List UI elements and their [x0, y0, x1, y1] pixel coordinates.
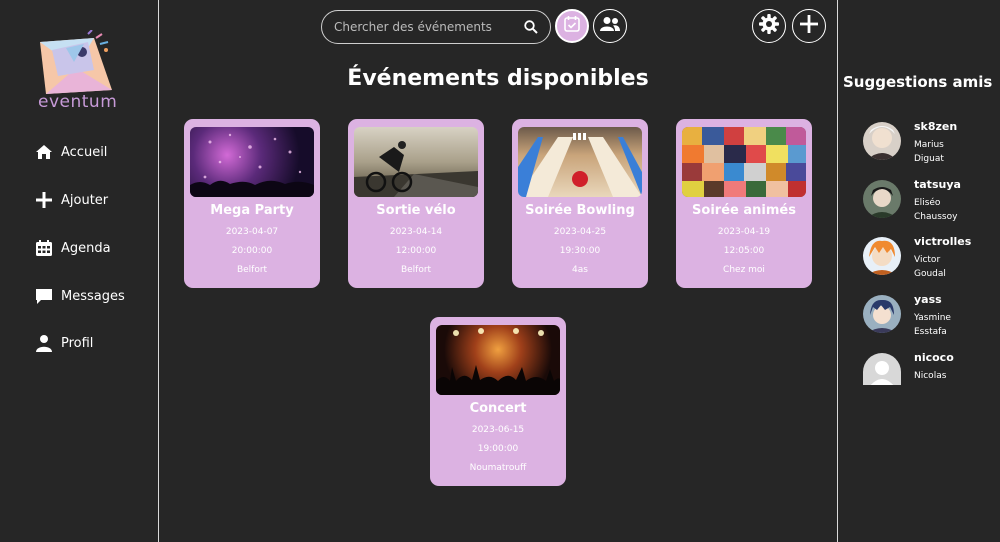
- event-card-mega-party[interactable]: Mega Party 2023-04-07 20:00:00 Belfort: [184, 119, 320, 288]
- event-place: 4as: [572, 265, 588, 275]
- avatar: [863, 295, 901, 333]
- event-title: Mega Party: [210, 203, 294, 218]
- event-image: [682, 127, 806, 197]
- event-image: [354, 127, 478, 197]
- friend-username: victrolles: [914, 235, 972, 248]
- event-time: 19:00:00: [477, 444, 519, 454]
- sidebar-item-agenda[interactable]: Agenda: [35, 237, 111, 259]
- search-icon[interactable]: [524, 20, 538, 34]
- event-card-soiree-animes[interactable]: Soirée animés 2023-04-19 12:05:00 Chez m…: [676, 119, 812, 288]
- sidebar-item-label: Profil: [61, 335, 94, 351]
- message-icon: [35, 287, 53, 305]
- settings-button[interactable]: [752, 9, 786, 43]
- calendar-icon: [35, 239, 53, 257]
- event-date: 2023-04-25: [553, 227, 607, 237]
- plus-icon: [799, 14, 819, 38]
- event-place: Noumatrouff: [469, 463, 527, 473]
- logo-text: eventum: [38, 92, 118, 112]
- event-time: 12:05:00: [723, 246, 765, 256]
- event-card-sortie-velo[interactable]: Sortie vélo 2023-04-14 12:00:00 Belfort: [348, 119, 484, 288]
- event-date: 2023-04-14: [389, 227, 443, 237]
- event-time: 20:00:00: [231, 246, 273, 256]
- friend-suggestion[interactable]: yass Yasmine Esstafa: [863, 293, 998, 341]
- event-time: 12:00:00: [395, 246, 437, 256]
- friend-fullname: Marius Diguat: [914, 140, 944, 164]
- event-place: Belfort: [236, 265, 268, 275]
- suggestions-title: Suggestions amis: [843, 73, 993, 91]
- event-image: [190, 127, 314, 197]
- friend-username: tatsuya: [914, 178, 961, 191]
- sidebar-item-ajouter[interactable]: Ajouter: [35, 189, 108, 211]
- plus-icon: [35, 191, 53, 209]
- search-bar: [321, 10, 551, 44]
- friends-view-button[interactable]: [593, 9, 627, 43]
- page-title: Événements disponibles: [347, 66, 649, 91]
- event-place: Belfort: [400, 265, 432, 275]
- sidebar-item-label: Accueil: [61, 144, 108, 160]
- add-event-button[interactable]: [792, 9, 826, 43]
- friend-suggestions-panel: Suggestions amis sk8zen Marius Diguat tat…: [837, 0, 1000, 542]
- friend-suggestion[interactable]: victrolles Victor Goudal: [863, 235, 998, 283]
- friend-fullname: Nicolas: [914, 371, 947, 381]
- event-date: 2023-04-07: [225, 227, 279, 237]
- event-image: [436, 325, 560, 395]
- avatar: [863, 180, 901, 218]
- event-title: Soirée animés: [692, 203, 796, 218]
- event-title: Concert: [469, 401, 527, 416]
- event-date: 2023-04-19: [717, 227, 771, 237]
- event-title: Sortie vélo: [376, 203, 456, 218]
- event-date: 2023-06-15: [471, 425, 525, 435]
- event-time: 19:30:00: [559, 246, 601, 256]
- search-input[interactable]: [334, 20, 524, 34]
- friend-username: yass: [914, 293, 942, 306]
- friend-username: sk8zen: [914, 120, 958, 133]
- sidebar-item-messages[interactable]: Messages: [35, 285, 125, 307]
- friend-fullname: Yasmine Esstafa: [914, 313, 951, 337]
- sidebar-item-label: Agenda: [61, 240, 111, 256]
- friend-suggestion[interactable]: sk8zen Marius Diguat: [863, 120, 998, 168]
- sidebar-item-label: Ajouter: [61, 192, 109, 208]
- events-view-button[interactable]: [555, 9, 589, 43]
- event-place: Chez moi: [723, 265, 765, 275]
- gear-icon: [758, 13, 780, 39]
- friend-suggestion[interactable]: nicoco Nicolas: [863, 351, 998, 399]
- event-title: Soirée Bowling: [525, 203, 635, 218]
- user-icon: [35, 334, 53, 352]
- friend-username: nicoco: [914, 351, 954, 364]
- friend-fullname: Eliséo Chaussoy: [914, 198, 958, 222]
- home-icon: [35, 143, 53, 161]
- sidebar-item-label: Messages: [61, 288, 125, 304]
- sidebar-item-accueil[interactable]: Accueil: [35, 141, 107, 163]
- avatar: [863, 237, 901, 275]
- sidebar-item-profil[interactable]: Profil: [35, 332, 93, 354]
- calendar-check-icon: [563, 15, 581, 37]
- friend-suggestion[interactable]: tatsuya Eliséo Chaussoy: [863, 178, 998, 226]
- avatar: [863, 122, 901, 160]
- users-icon: [599, 16, 621, 36]
- avatar: [863, 353, 901, 385]
- friend-fullname: Victor Goudal: [914, 255, 946, 279]
- event-image: [518, 127, 642, 197]
- sidebar: eventum Accueil Ajouter Agenda Messages …: [0, 0, 159, 542]
- event-card-concert[interactable]: Concert 2023-06-15 19:00:00 Noumatrouff: [430, 317, 566, 486]
- event-card-soiree-bowling[interactable]: Soirée Bowling 2023-04-25 19:30:00 4as: [512, 119, 648, 288]
